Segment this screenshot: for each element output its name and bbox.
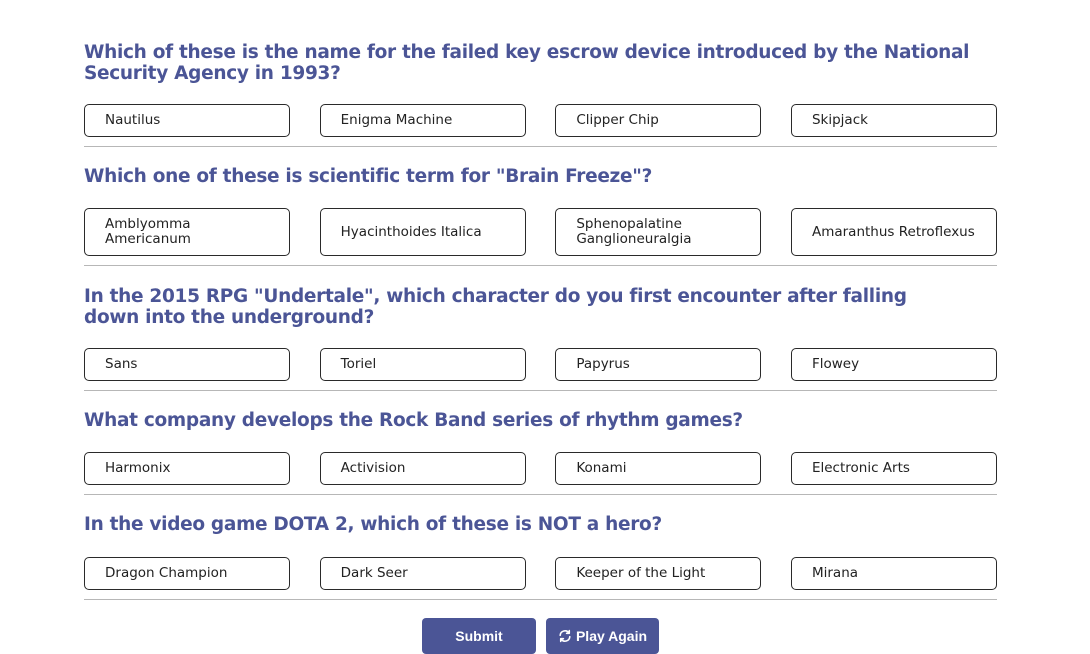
answer-option[interactable]: Enigma Machine — [319, 104, 526, 137]
answer-option[interactable]: Amblyomma Americanum — [84, 208, 290, 256]
action-buttons: Submit Play Again — [422, 618, 659, 654]
answer-option[interactable]: Skipjack — [790, 104, 997, 137]
question-text: In the 2015 RPG "Undertale", which chara… — [84, 286, 907, 328]
answer-option[interactable]: Harmonix — [84, 452, 290, 485]
play-again-button[interactable]: Play Again — [546, 618, 659, 654]
answer-option[interactable]: Dark Seer — [319, 557, 526, 590]
answer-option[interactable]: Mirana — [790, 557, 997, 590]
answer-option[interactable]: Sphenopalatine Ganglioneuralgia — [555, 208, 762, 256]
answer-option[interactable]: Clipper Chip — [555, 104, 762, 137]
answer-option[interactable]: Flowey — [790, 348, 997, 381]
answer-label: Dark Seer — [340, 565, 408, 581]
answer-label: Hyacinthoides Italica — [340, 223, 482, 240]
answer-label: Harmonix — [105, 460, 171, 476]
answer-label: Skipjack — [811, 112, 868, 128]
answer-options: Nautilus Enigma Machine Clipper Chip Ski… — [84, 104, 997, 137]
question-text: Which of these is the name for the faile… — [84, 42, 970, 84]
question-5: In the video game DOTA 2, which of these… — [84, 494, 997, 600]
answer-option[interactable]: Dragon Champion — [84, 557, 290, 590]
answer-label: Activision — [340, 460, 406, 476]
answer-option[interactable]: Hyacinthoides Italica — [319, 208, 526, 256]
answer-options: Dragon Champion Dark Seer Keeper of the … — [84, 557, 997, 590]
answer-option[interactable]: Amaranthus Retroflexus — [790, 208, 997, 256]
answer-label: Mirana — [811, 565, 859, 581]
answer-label: Nautilus — [105, 112, 161, 128]
answer-option[interactable]: Keeper of the Light — [555, 557, 762, 590]
submit-button[interactable]: Submit — [422, 618, 536, 654]
question-3: In the 2015 RPG "Undertale", which chara… — [84, 265, 997, 391]
answer-options: Sans Toriel Papyrus Flowey — [84, 348, 997, 381]
answer-label: Toriel — [340, 356, 377, 372]
answer-option[interactable]: Sans — [84, 348, 290, 381]
answer-option[interactable]: Papyrus — [555, 348, 762, 381]
answer-label: Electronic Arts — [811, 460, 910, 476]
answer-option[interactable]: Toriel — [319, 348, 526, 381]
answer-label: Amblyomma Americanum — [105, 216, 191, 247]
question-1: Which of these is the name for the faile… — [84, 0, 997, 147]
answer-label: Amaranthus Retroflexus — [811, 223, 975, 240]
answer-label: Keeper of the Light — [576, 565, 706, 581]
question-text: Which one of these is scientific term fo… — [84, 166, 653, 187]
answer-option[interactable]: Electronic Arts — [790, 452, 997, 485]
answer-options: Amblyomma Americanum Hyacinthoides Itali… — [84, 208, 997, 256]
question-text: In the video game DOTA 2, which of these… — [84, 514, 662, 535]
answer-label: Papyrus — [576, 356, 630, 372]
answer-option[interactable]: Activision — [319, 452, 526, 485]
question-4: What company develops the Rock Band seri… — [84, 390, 997, 495]
answer-label: Clipper Chip — [576, 112, 659, 128]
refresh-icon — [558, 629, 572, 643]
answer-label: Enigma Machine — [340, 112, 453, 128]
answer-label: Sans — [105, 356, 138, 372]
answer-label: Dragon Champion — [105, 565, 228, 581]
answer-label: Konami — [576, 460, 627, 476]
question-2: Which one of these is scientific term fo… — [84, 146, 997, 266]
answer-option[interactable]: Nautilus — [84, 104, 290, 137]
answer-label: Flowey — [811, 356, 860, 372]
play-again-label: Play Again — [575, 628, 648, 644]
answer-option[interactable]: Konami — [555, 452, 762, 485]
answer-options: Harmonix Activision Konami Electronic Ar… — [84, 452, 997, 485]
submit-label: Submit — [455, 628, 503, 644]
question-text: What company develops the Rock Band seri… — [84, 410, 743, 431]
answer-label: Sphenopalatine Ganglioneuralgia — [576, 216, 692, 247]
